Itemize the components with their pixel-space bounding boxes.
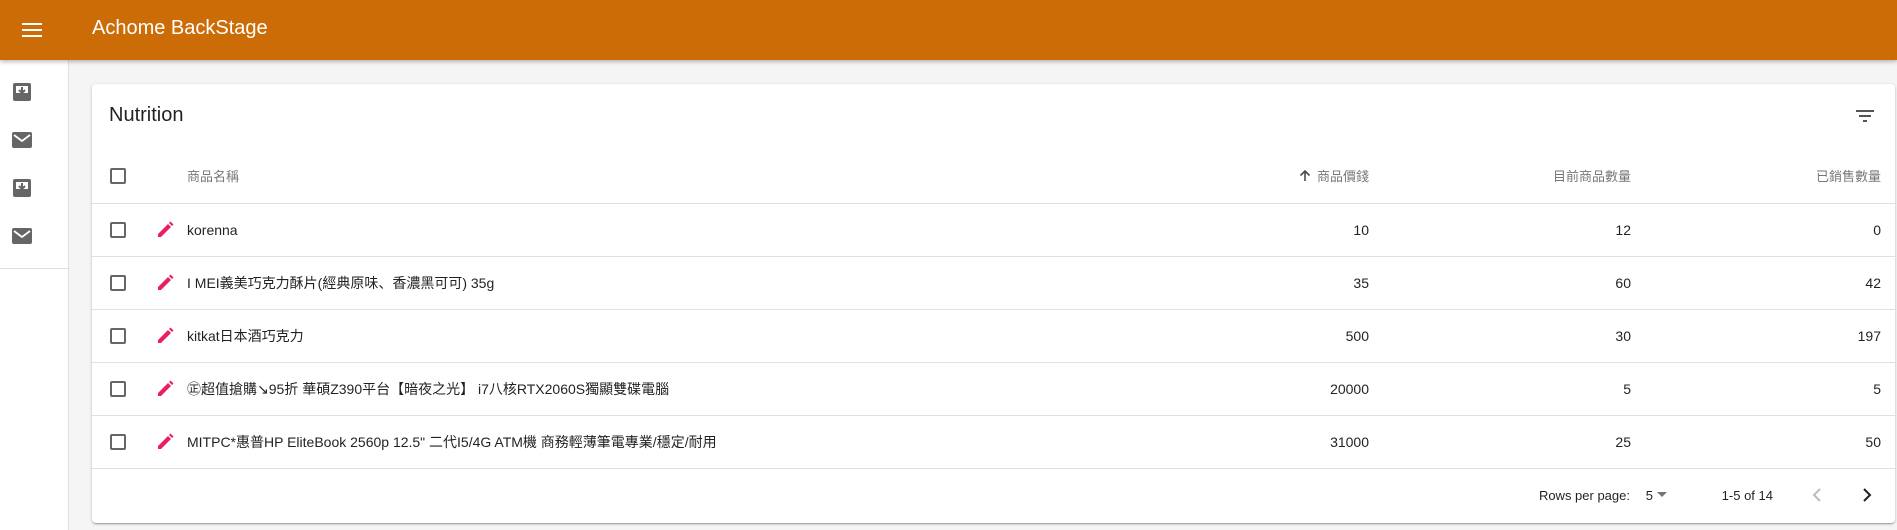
drawer-item-mail-1[interactable]	[0, 116, 68, 164]
cell-sold: 42	[1865, 275, 1881, 291]
move-to-inbox-icon	[13, 179, 31, 197]
table-row: ㊣超值搶購↘95折 華碩Z390平台【暗夜之光】 i7八核RTX2060S獨顯雙…	[92, 363, 1895, 416]
table-card: Nutrition 商品名稱 商品價錢 目前商品數量 已銷售數量 korenna…	[92, 84, 1895, 523]
cell-name: ㊣超值搶購↘95折 華碩Z390平台【暗夜之光】 i7八核RTX2060S獨顯雙…	[187, 381, 670, 397]
select-all-checkbox[interactable]	[110, 167, 126, 184]
header-price-label: 商品價錢	[1316, 169, 1369, 184]
filter-list-icon	[1856, 110, 1874, 122]
side-drawer	[0, 60, 69, 530]
cell-price: 500	[1345, 328, 1369, 344]
cell-sold: 0	[1873, 222, 1881, 238]
table-row: kitkat日本酒巧克力 500 30 197	[92, 310, 1895, 363]
menu-icon	[22, 23, 42, 37]
cell-name: I MEI義美巧克力酥片(經典原味、香濃黑可可) 35g	[187, 275, 495, 291]
cell-name: kitkat日本酒巧克力	[187, 328, 304, 344]
edit-button[interactable]	[150, 204, 180, 256]
menu-button[interactable]	[14, 12, 50, 48]
row-checkbox[interactable]	[110, 275, 126, 291]
drawer-item-inbox-2[interactable]	[0, 164, 68, 212]
mail-icon	[12, 228, 32, 244]
cell-sold: 50	[1865, 434, 1881, 450]
cell-stock: 25	[1615, 434, 1631, 450]
header-price[interactable]: 商品價錢	[1299, 148, 1369, 203]
row-checkbox[interactable]	[110, 222, 126, 238]
drawer-item-mail-2[interactable]	[0, 212, 68, 260]
edit-icon	[158, 221, 174, 237]
edit-button[interactable]	[150, 416, 180, 468]
dropdown-arrow-icon	[1657, 492, 1667, 497]
chevron-left-icon	[1812, 488, 1821, 502]
row-checkbox[interactable]	[110, 381, 126, 397]
cell-price: 10	[1353, 222, 1369, 238]
cell-sold: 197	[1857, 328, 1881, 344]
row-checkbox[interactable]	[110, 328, 126, 344]
cell-name: MITPC*惠普HP EliteBook 2560p 12.5" 二代I5/4G…	[187, 434, 717, 450]
edit-icon	[158, 433, 174, 449]
rows-per-page-select[interactable]: 5	[1646, 469, 1667, 521]
cell-price: 35	[1353, 275, 1369, 291]
table-title: Nutrition	[109, 104, 184, 126]
edit-button[interactable]	[150, 310, 180, 362]
edit-button[interactable]	[150, 363, 180, 415]
cell-stock: 12	[1615, 222, 1631, 238]
cell-stock: 60	[1615, 275, 1631, 291]
filter-button[interactable]	[1849, 100, 1881, 132]
rows-per-page-label: Rows per page:	[1538, 487, 1630, 503]
cell-price: 31000	[1330, 434, 1369, 450]
edit-icon	[158, 380, 174, 396]
cell-stock: 5	[1623, 381, 1631, 397]
table-row: korenna 10 12 0	[92, 204, 1895, 257]
app-bar: Achome BackStage	[0, 0, 1897, 60]
cell-stock: 30	[1615, 328, 1631, 344]
pagination: Rows per page: 5 1-5 of 14	[92, 469, 1895, 521]
table-toolbar: Nutrition	[92, 84, 1895, 148]
chevron-right-icon	[1863, 488, 1872, 502]
header-stock[interactable]: 目前商品數量	[1553, 148, 1631, 203]
header-name[interactable]: 商品名稱	[187, 148, 239, 203]
drawer-item-inbox-1[interactable]	[0, 68, 68, 116]
cell-sold: 5	[1873, 381, 1881, 397]
header-sold[interactable]: 已銷售數量	[1816, 148, 1881, 203]
edit-icon	[158, 327, 174, 343]
arrow-upward-icon	[1299, 169, 1311, 181]
edit-button[interactable]	[150, 257, 180, 309]
app-title: Achome BackStage	[92, 17, 268, 39]
mail-icon	[12, 132, 32, 148]
table-row: MITPC*惠普HP EliteBook 2560p 12.5" 二代I5/4G…	[92, 416, 1895, 469]
move-to-inbox-icon	[13, 83, 31, 101]
table-header-row: 商品名稱 商品價錢 目前商品數量 已銷售數量	[92, 148, 1895, 204]
edit-icon	[158, 274, 174, 290]
cell-name: korenna	[187, 222, 238, 238]
cell-price: 20000	[1330, 381, 1369, 397]
previous-page-button[interactable]	[1803, 481, 1831, 509]
row-checkbox[interactable]	[110, 434, 126, 450]
next-page-button[interactable]	[1853, 481, 1881, 509]
drawer-list	[0, 60, 68, 269]
table-row: I MEI義美巧克力酥片(經典原味、香濃黑可可) 35g 35 60 42	[92, 257, 1895, 310]
rows-per-page-value: 5	[1645, 487, 1653, 503]
page-range: 1-5 of 14	[1721, 487, 1773, 503]
